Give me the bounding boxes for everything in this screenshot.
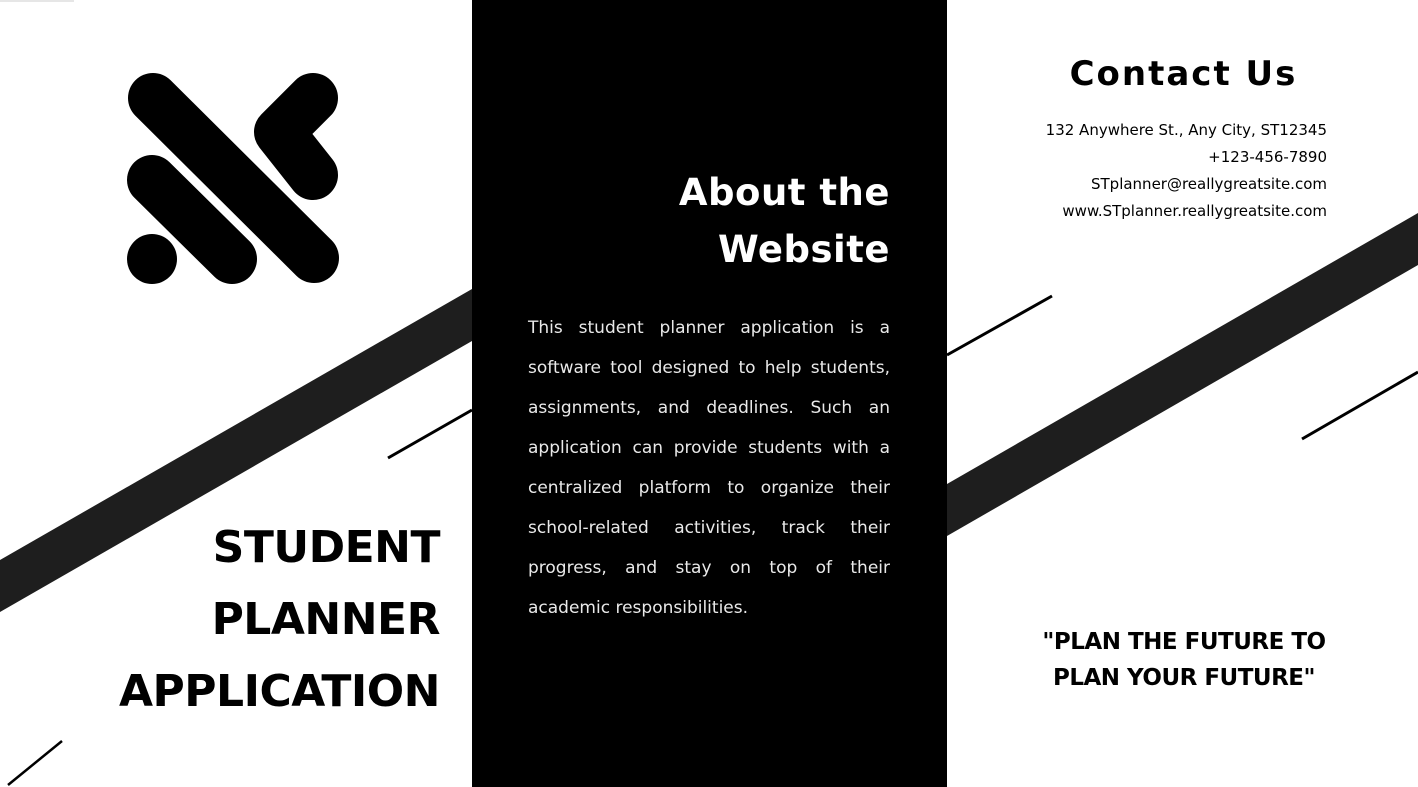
left-thin-line-upper: [387, 408, 473, 460]
brochure-title: STUDENT PLANNER APPLICATION: [60, 512, 441, 728]
right-thin-line-upper: [946, 294, 1053, 357]
title-line-2: PLANNER: [211, 594, 441, 645]
slogan-line-1: "PLAN THE FUTURE TO: [1042, 629, 1326, 655]
brochure-page: STUDENT PLANNER APPLICATION About the We…: [0, 0, 1418, 787]
contact-phone: +123-456-7890: [1208, 148, 1327, 166]
slogan-quote: "PLAN THE FUTURE TO PLAN YOUR FUTURE": [1010, 624, 1358, 696]
right-thick-stripe: [947, 213, 1418, 536]
left-thin-line-lower: [7, 740, 63, 786]
right-thin-line-lower: [1301, 370, 1418, 441]
about-description: This student planner application is a so…: [528, 318, 890, 618]
contact-address: 132 Anywhere St., Any City, ST12345: [1045, 121, 1327, 139]
about-heading: About the Website: [560, 164, 890, 278]
slogan-line-2: PLAN YOUR FUTURE": [1052, 665, 1316, 691]
contact-details: 132 Anywhere St., Any City, ST12345 +123…: [980, 117, 1327, 225]
title-line-1: STUDENT: [212, 522, 441, 573]
contact-email: STplanner@reallygreatsite.com: [1090, 175, 1327, 193]
about-heading-line-2: Website: [717, 228, 890, 271]
title-line-3: APPLICATION: [119, 666, 441, 717]
page-tab-mark: [0, 0, 74, 2]
contact-heading: Contact Us: [1069, 54, 1298, 94]
contact-website: www.STplanner.reallygreatsite.com: [1062, 202, 1327, 220]
about-heading-line-1: About the: [678, 171, 890, 214]
